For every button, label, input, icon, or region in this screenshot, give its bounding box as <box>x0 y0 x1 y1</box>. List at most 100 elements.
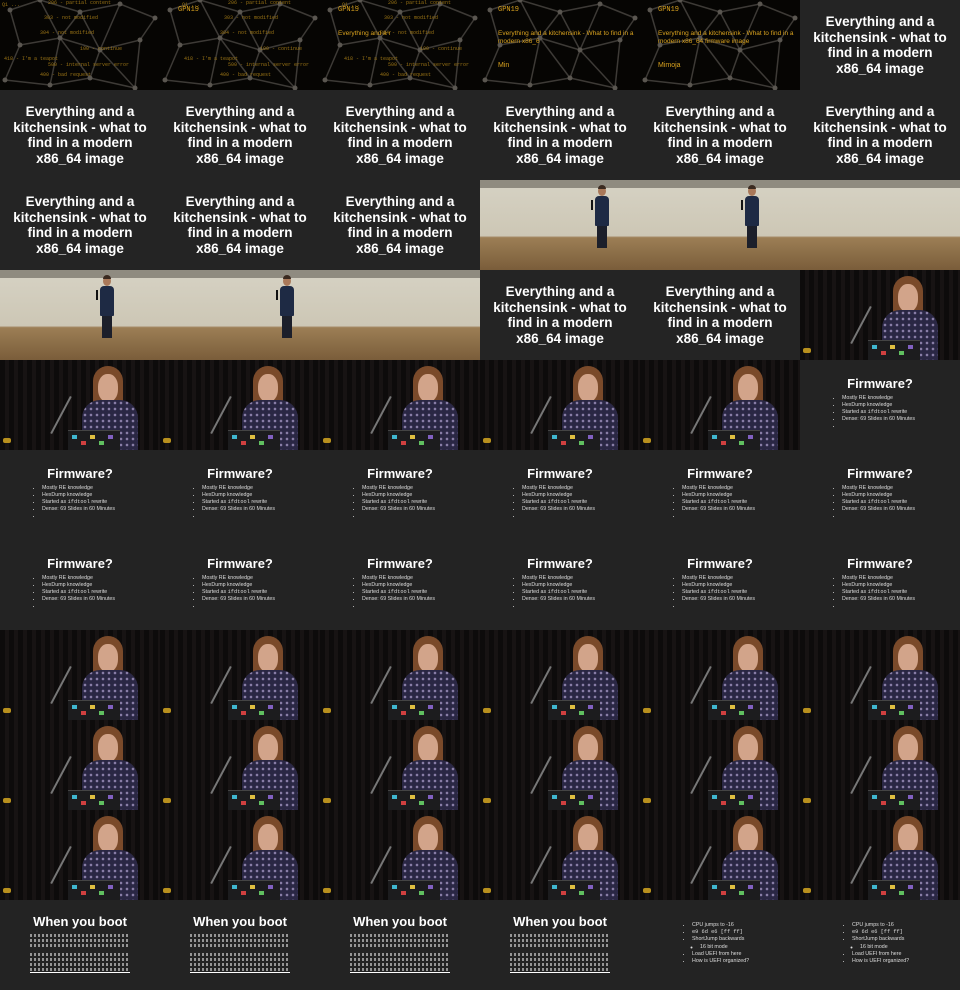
laptop-sticker <box>730 705 735 709</box>
network-node <box>77 9 83 15</box>
status-code-snippet: 500 - internal server error <box>228 62 310 68</box>
laptop <box>708 700 760 720</box>
desk-lamp <box>323 708 331 713</box>
laptop-sticker <box>872 795 877 799</box>
hexdump-row <box>190 934 290 937</box>
frame-firmware: Firmware? Mostly RE knowledgeHexDump know… <box>800 540 960 630</box>
frame-intro: Q1 ... 206 - partial content 303 - not mod… <box>0 0 160 90</box>
laptop-sticker <box>552 795 557 799</box>
event-label: GPN19 <box>658 6 680 14</box>
desk-lamp <box>483 708 491 713</box>
bullet-item: Started as ifdtool rewrite <box>42 499 115 506</box>
frame-title: Everything and a kitchensink - what to f… <box>640 270 800 360</box>
speaker-face <box>258 644 278 672</box>
bullet-item: Mostly RE knowledge <box>42 485 115 492</box>
network-link <box>719 3 761 13</box>
code-bytes: e9 6d e6 [ff ff] <box>692 929 743 936</box>
laptop-sticker <box>268 705 273 709</box>
desk-lamp <box>643 888 651 893</box>
speaker-face <box>98 824 118 852</box>
frame-stage <box>320 270 480 360</box>
bullet-list: Mostly RE knowledgeHexDump knowledgeStar… <box>834 395 915 430</box>
status-code-snippet: 304 - not modified <box>220 30 275 36</box>
frame-close <box>0 360 160 450</box>
slide-heading: Firmware? <box>367 556 433 571</box>
laptop-sticker <box>570 795 575 799</box>
network-link <box>569 77 616 89</box>
laptop-sticker <box>392 435 397 439</box>
frame-firmware: Firmware? Mostly RE knowledgeHexDump know… <box>480 450 640 540</box>
code-word: ifdtool <box>67 589 90 595</box>
hexdump-row <box>510 958 610 961</box>
laptop-sticker <box>881 711 886 715</box>
network-node <box>152 15 158 21</box>
bullet-item: Mostly RE knowledge <box>202 575 275 582</box>
event-label: GPN19 <box>338 6 360 14</box>
bullet-item: Mostly RE knowledge <box>842 575 915 582</box>
frame-close <box>800 810 960 900</box>
desk-lamp <box>803 708 811 713</box>
network-node <box>17 42 23 48</box>
frame-close <box>320 720 480 810</box>
laptop <box>708 790 760 810</box>
frame-close <box>160 810 320 900</box>
code-bytes: e9 6d e6 [ff ff] <box>852 929 903 936</box>
laptop-sticker <box>739 711 744 715</box>
laptop-sticker <box>410 885 415 889</box>
laptop-sticker <box>241 891 246 895</box>
bullet-item: 16 bit mode <box>860 944 909 951</box>
laptop-sticker <box>72 705 77 709</box>
desk-lamp <box>3 708 11 713</box>
laptop-sticker <box>232 705 237 709</box>
frame-title: Everything and a kitchensink - what to f… <box>800 90 960 180</box>
code-word: ifdtool <box>227 589 250 595</box>
bullet-list: Mostly RE knowledgeHexDump knowledgeStar… <box>514 575 595 610</box>
frame-title: Everything and a kitchensink - what to f… <box>480 270 640 360</box>
frame-close <box>0 810 160 900</box>
laptop-sticker <box>108 795 113 799</box>
network-link <box>329 9 341 46</box>
status-code-snippet: 303 - not modified <box>384 15 439 21</box>
code-word: ifdtool <box>387 499 410 505</box>
laptop-sticker <box>268 435 273 439</box>
bullet-list: Mostly RE knowledgeHexDump knowledgeStar… <box>354 575 435 610</box>
bullet-item <box>842 423 915 430</box>
desk-lamp <box>483 888 491 893</box>
network-link <box>759 3 796 19</box>
frame-close <box>320 810 480 900</box>
speaker-shirt <box>745 196 759 226</box>
network-link <box>614 39 621 89</box>
network-link <box>89 77 136 89</box>
frame-close <box>640 630 800 720</box>
title-slide-text: Everything and a kitchensink - what to f… <box>493 284 627 346</box>
bullet-item: HexDump knowledge <box>362 492 435 499</box>
bullet-item: HexDump knowledge <box>842 402 915 409</box>
laptop-sticker <box>739 891 744 895</box>
hexdump-row <box>30 939 130 942</box>
laptop-sticker <box>250 705 255 709</box>
laptop-sticker <box>241 441 246 445</box>
frame-close <box>160 720 320 810</box>
bullet-item: Mostly RE knowledge <box>682 575 755 582</box>
bullet-item: Dense: 69 Slides in 60 Minutes <box>842 506 915 513</box>
hexdump-row <box>510 953 610 956</box>
status-code-snippet: 206 - partial content <box>228 0 292 6</box>
laptop <box>68 880 120 900</box>
network-link <box>259 49 296 89</box>
laptop-sticker <box>268 885 273 889</box>
network-link <box>249 77 296 89</box>
network-link <box>119 3 156 19</box>
laptop-sticker <box>241 711 246 715</box>
hexdump-row <box>190 968 290 971</box>
desk-lamp <box>3 888 11 893</box>
speaker-face <box>738 734 758 762</box>
bullet-item: Started as ifdtool rewrite <box>842 499 915 506</box>
network-node <box>137 37 143 43</box>
talk-title: Everything and a kitchensink - What to f… <box>658 30 794 45</box>
hexdump-row <box>30 949 130 951</box>
laptop <box>228 790 280 810</box>
network-node <box>47 82 53 88</box>
network-link <box>774 39 781 89</box>
frame-close <box>0 720 160 810</box>
network-node <box>237 9 243 15</box>
